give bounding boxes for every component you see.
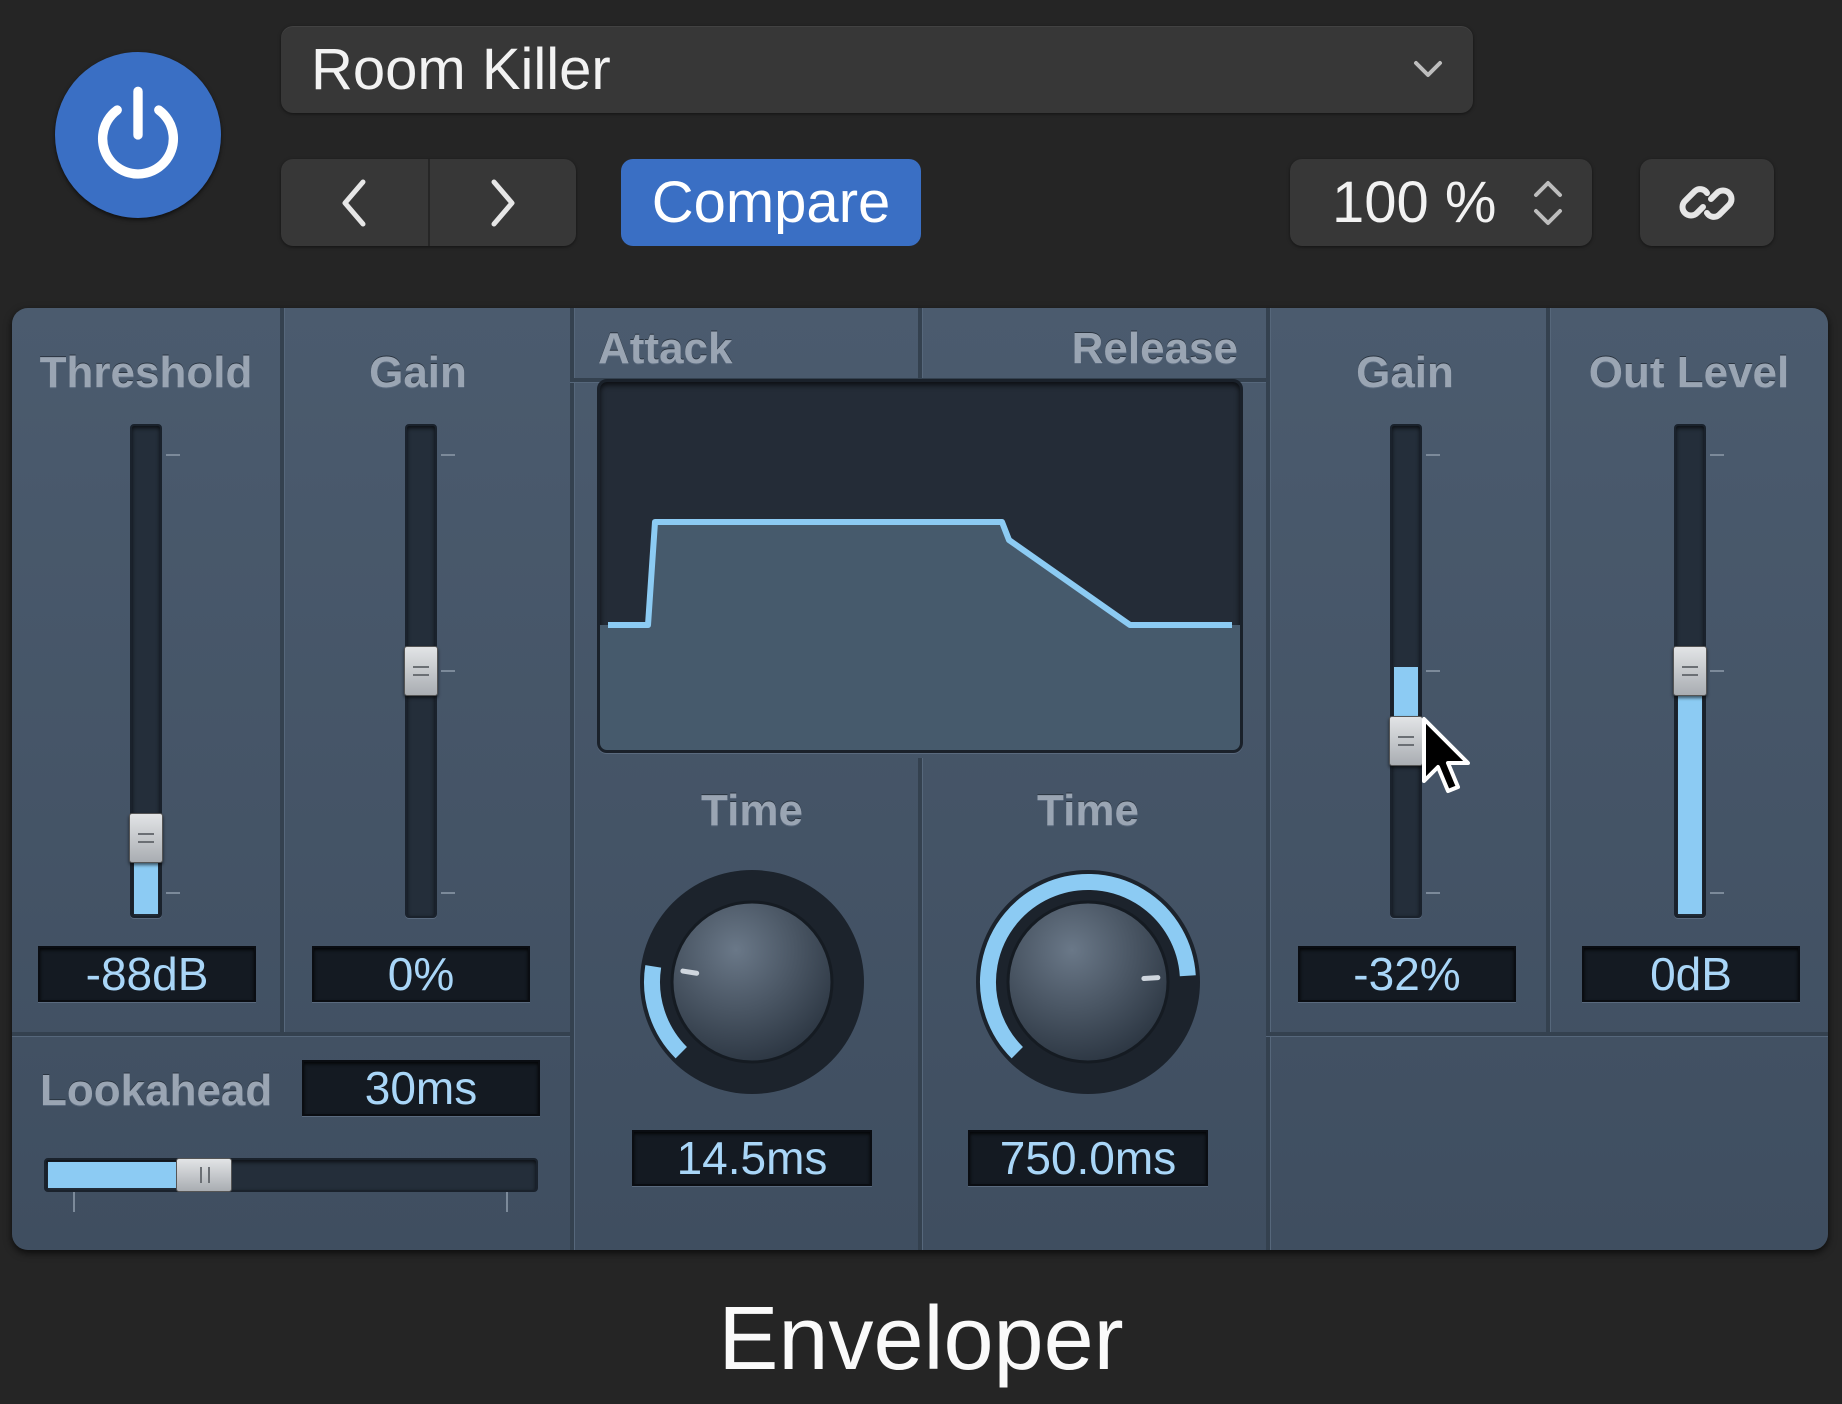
gain-thumb[interactable] xyxy=(404,646,438,696)
attack-time-label: Time xyxy=(701,786,803,835)
out-level-value[interactable]: 0dB xyxy=(1582,946,1800,1002)
lookahead-thumb[interactable] xyxy=(176,1158,233,1192)
chevron-left-icon xyxy=(342,179,366,226)
tick xyxy=(1426,892,1440,894)
knob-cap xyxy=(670,900,834,1064)
gain-slider[interactable] xyxy=(404,424,438,918)
tick xyxy=(1426,454,1440,456)
zoom-stepper[interactable]: 100 % xyxy=(1290,159,1592,246)
divider xyxy=(1546,308,1550,1032)
mouse-cursor-icon xyxy=(1422,717,1470,793)
previous-preset-button[interactable] xyxy=(281,159,430,246)
threshold-value[interactable]: -88dB xyxy=(38,946,256,1002)
lookahead-value[interactable]: 30ms xyxy=(302,1060,540,1116)
threshold-label: Threshold xyxy=(39,348,253,397)
tick xyxy=(441,454,455,456)
envelope-graph xyxy=(600,519,1240,750)
threshold-thumb[interactable] xyxy=(129,813,163,864)
tick xyxy=(166,454,180,456)
threshold-slider[interactable] xyxy=(129,424,163,918)
envelope-display[interactable] xyxy=(597,379,1243,753)
gain-value[interactable]: 0% xyxy=(312,946,530,1002)
lookahead-label: Lookahead xyxy=(40,1066,273,1115)
chevron-right-icon xyxy=(491,179,515,226)
knob-indicator xyxy=(1141,975,1161,981)
post-gain-label: Gain xyxy=(1356,348,1454,397)
up-down-arrows-icon xyxy=(1534,181,1562,225)
tick xyxy=(73,1192,75,1212)
tick xyxy=(1710,670,1724,672)
tick xyxy=(166,892,180,894)
attack-time-value[interactable]: 14.5ms xyxy=(632,1130,872,1186)
tick xyxy=(441,892,455,894)
tick xyxy=(1426,670,1440,672)
out-level-label: Out Level xyxy=(1588,348,1790,397)
release-time-label: Time xyxy=(1037,786,1139,835)
preset-navigation xyxy=(281,159,576,246)
divider xyxy=(280,308,284,1032)
divider xyxy=(570,308,574,1250)
post-gain-slider[interactable] xyxy=(1389,424,1423,918)
tick xyxy=(1710,892,1724,894)
next-preset-button[interactable] xyxy=(430,159,577,246)
tick xyxy=(506,1192,508,1212)
preset-dropdown[interactable]: Room Killer xyxy=(281,26,1473,113)
out-level-thumb[interactable] xyxy=(1673,646,1707,696)
preset-name: Room Killer xyxy=(311,37,611,102)
post-gain-thumb[interactable] xyxy=(1389,716,1423,767)
link-icon xyxy=(1679,185,1735,220)
plugin-name: Enveloper xyxy=(718,1289,1124,1389)
lookahead-slider[interactable] xyxy=(44,1158,538,1192)
knob-indicator xyxy=(680,968,700,976)
power-button[interactable] xyxy=(55,52,221,218)
release-label: Release xyxy=(1071,324,1238,373)
compare-button[interactable]: Compare xyxy=(621,159,921,246)
post-gain-value[interactable]: -32% xyxy=(1298,946,1516,1002)
chevron-down-icon xyxy=(1414,61,1442,77)
divider xyxy=(12,1032,570,1036)
tick xyxy=(441,670,455,672)
link-button[interactable] xyxy=(1640,159,1774,246)
divider xyxy=(918,308,922,380)
knob-cap xyxy=(1006,900,1170,1064)
divider xyxy=(1266,308,1270,1250)
release-time-knob[interactable] xyxy=(968,862,1208,1102)
gain-label: Gain xyxy=(369,348,467,397)
release-time-value[interactable]: 750.0ms xyxy=(968,1130,1208,1186)
attack-label: Attack xyxy=(598,324,733,373)
out-level-slider[interactable] xyxy=(1673,424,1707,918)
divider xyxy=(1266,1032,1828,1036)
zoom-value: 100 % xyxy=(1332,170,1497,235)
power-icon xyxy=(97,86,179,179)
attack-time-knob[interactable] xyxy=(632,862,872,1102)
out-level-fill xyxy=(1678,671,1702,914)
tick xyxy=(1710,454,1724,456)
